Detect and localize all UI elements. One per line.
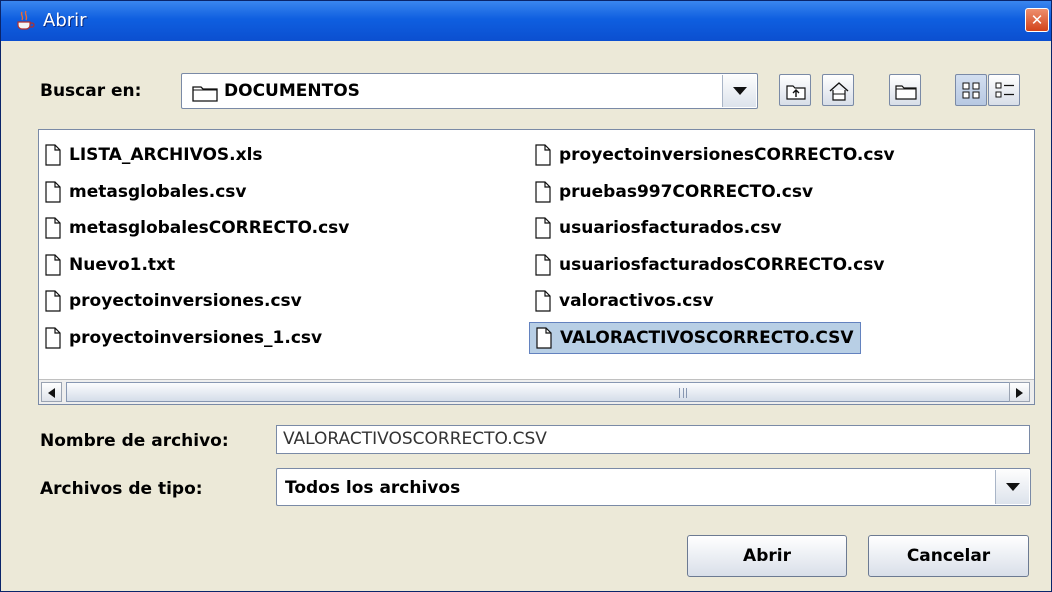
file-type-combo[interactable]: Todos los archivos	[276, 468, 1031, 506]
file-item[interactable]: valoractivos.csv	[529, 285, 720, 317]
file-list[interactable]: LISTA_ARCHIVOS.xls metasglobales.csv metas…	[38, 129, 1035, 405]
file-name-input[interactable]: VALORACTIVOSCORRECTO.CSV	[276, 425, 1030, 454]
file-type-dropdown-button[interactable]	[995, 470, 1029, 504]
file-icon	[535, 144, 551, 166]
close-button[interactable]: ✕	[1025, 8, 1049, 32]
window-title: Abrir	[43, 10, 87, 31]
file-icon	[536, 327, 552, 349]
file-name: metasglobalesCORRECTO.csv	[69, 218, 350, 239]
folder-icon	[192, 86, 218, 102]
file-type-label: Archivos de tipo:	[40, 479, 203, 499]
grip-icon	[679, 388, 687, 398]
file-icon	[45, 290, 61, 312]
scroll-thumb[interactable]	[66, 382, 1016, 402]
title-bar[interactable]: Abrir ✕	[1, 1, 1051, 41]
look-in-value: DOCUMENTOS	[224, 81, 360, 101]
file-name: proyectoinversiones_1.csv	[69, 328, 323, 348]
new-folder-icon	[895, 85, 917, 100]
file-name: proyectoinversiones.csv	[69, 291, 302, 312]
open-button[interactable]: Abrir	[687, 535, 847, 577]
arrow-left-icon	[48, 388, 55, 398]
chevron-down-icon	[733, 87, 747, 95]
file-item[interactable]: Nuevo1.txt	[39, 249, 181, 281]
details-view-icon	[995, 82, 1014, 98]
file-item[interactable]: metasglobalesCORRECTO.csv	[39, 212, 355, 244]
file-name: usuariosfacturadosCORRECTO.csv	[559, 254, 885, 275]
file-name: LISTA_ARCHIVOS.xls	[69, 145, 263, 165]
details-view-button[interactable]	[988, 74, 1020, 106]
horizontal-scrollbar[interactable]	[39, 379, 1034, 404]
file-icon	[535, 254, 551, 276]
up-folder-button[interactable]	[779, 74, 811, 106]
file-item[interactable]: proyectoinversiones_1.csv	[39, 322, 328, 354]
look-in-label: Buscar en:	[40, 81, 142, 101]
file-name: proyectoinversionesCORRECTO.csv	[559, 145, 895, 165]
file-icon	[45, 327, 61, 349]
file-item[interactable]: proyectoinversiones.csv	[39, 285, 308, 317]
list-view-icon	[962, 82, 980, 99]
file-name: usuariosfacturados.csv	[559, 218, 782, 239]
home-button[interactable]	[822, 74, 854, 106]
home-icon	[829, 82, 849, 101]
new-folder-button[interactable]	[889, 74, 921, 106]
file-icon	[535, 290, 551, 312]
file-item[interactable]: pruebas997CORRECTO.csv	[529, 176, 819, 208]
file-item[interactable]: proyectoinversionesCORRECTO.csv	[529, 139, 901, 171]
scroll-right-button[interactable]	[1009, 382, 1030, 402]
file-item[interactable]: VALORACTIVOSCORRECTO.CSV	[529, 322, 861, 354]
file-icon	[45, 180, 61, 203]
file-item[interactable]: LISTA_ARCHIVOS.xls	[39, 139, 269, 171]
chevron-down-icon	[1006, 483, 1020, 491]
look-in-combo[interactable]: DOCUMENTOS	[181, 73, 758, 109]
file-name: pruebas997CORRECTO.csv	[559, 181, 814, 202]
file-name: Nuevo1.txt	[69, 254, 176, 275]
file-icon	[45, 254, 61, 276]
file-name: valoractivos.csv	[559, 291, 714, 312]
look-in-dropdown-button[interactable]	[722, 75, 756, 107]
file-item[interactable]: usuariosfacturadosCORRECTO.csv	[529, 249, 890, 281]
file-item[interactable]: metasglobales.csv	[39, 176, 253, 208]
file-icon	[45, 217, 61, 239]
java-cup-icon	[17, 10, 35, 30]
file-icon	[535, 180, 551, 203]
file-name: VALORACTIVOSCORRECTO.CSV	[560, 328, 854, 348]
file-icon	[535, 217, 551, 239]
file-open-dialog: Abrir ✕ Buscar en: DOCUMENTOS LISTA_ARCH…	[0, 0, 1052, 592]
file-type-value: Todos los archivos	[285, 478, 461, 498]
cancel-button[interactable]: Cancelar	[868, 535, 1029, 577]
scroll-left-button[interactable]	[41, 382, 62, 402]
close-icon: ✕	[1030, 11, 1044, 29]
up-folder-icon	[786, 85, 806, 100]
file-name: metasglobales.csv	[69, 181, 247, 202]
file-name-label: Nombre de archivo:	[40, 431, 229, 451]
file-item[interactable]: usuariosfacturados.csv	[529, 212, 788, 244]
file-icon	[45, 144, 61, 166]
list-view-button[interactable]	[955, 74, 987, 106]
arrow-right-icon	[1016, 388, 1023, 398]
